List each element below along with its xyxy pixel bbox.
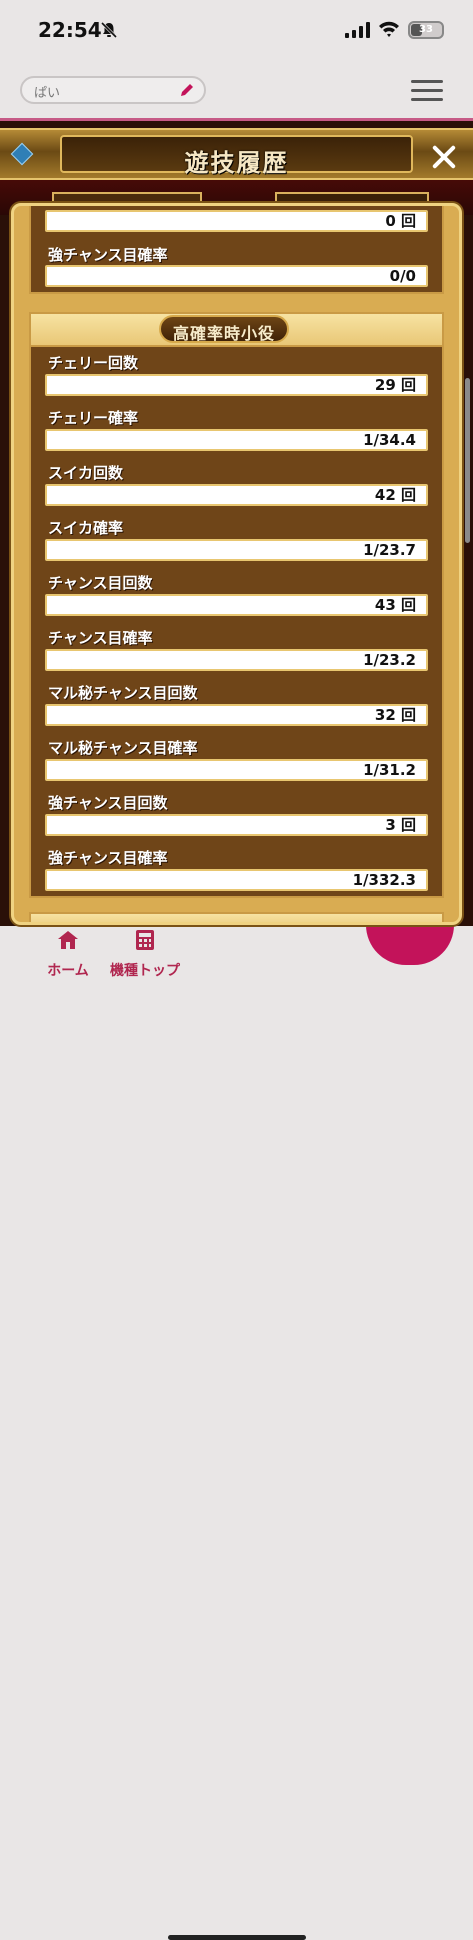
row-label: スイカ回数 xyxy=(48,464,124,482)
row-label: マル秘チャンス目回数 xyxy=(48,684,198,702)
gem-ornament-icon xyxy=(10,142,34,166)
pencil-icon[interactable] xyxy=(178,81,196,99)
row-label: チェリー確率 xyxy=(48,409,139,427)
next-section-header xyxy=(29,912,444,922)
cellular-signal-icon xyxy=(345,22,370,38)
nav-machine-top-label: 機種トップ xyxy=(110,963,180,979)
row-label: 強チャンス目確率 xyxy=(48,849,168,867)
section-title-badge: 高確率時小役 xyxy=(159,315,289,343)
row-label: マル秘チャンス目確率 xyxy=(48,739,198,757)
previous-section-block: 0 回 強チャンス目確率 0/0 xyxy=(29,206,444,294)
hamburger-menu-button[interactable] xyxy=(411,80,443,102)
status-bar: 22:54 33 xyxy=(0,0,473,62)
search-value: ぱい xyxy=(34,86,61,101)
row-value-box: 0 回 xyxy=(45,210,428,232)
nav-machine-top[interactable]: 機種トップ xyxy=(100,930,190,980)
row-value-box: 3 回 xyxy=(45,814,428,836)
section-block: チェリー回数 29 回 チェリー確率 1/34.4 スイカ回数 42 回 スイカ… xyxy=(29,345,444,898)
row-label: 強チャンス目確率 xyxy=(48,246,168,264)
row-value-box: 1/23.7 xyxy=(45,539,428,561)
row-value-box: 1/23.2 xyxy=(45,649,428,671)
battery-level: 33 xyxy=(419,24,433,35)
battery-icon: 33 xyxy=(408,21,444,39)
section-title: 高確率時小役 xyxy=(172,324,275,343)
home-icon xyxy=(58,931,78,949)
row-value-box: 43 回 xyxy=(45,594,428,616)
row-value-box: 1/332.3 xyxy=(45,869,428,891)
row-label: スイカ確率 xyxy=(48,519,124,537)
row-value-box: 1/31.2 xyxy=(45,759,428,781)
modal-title-banner: 遊技履歴 xyxy=(0,128,473,180)
calculator-icon xyxy=(136,930,154,950)
search-input[interactable]: ぱい xyxy=(20,76,206,104)
bell-muted-icon xyxy=(100,21,118,39)
scrollbar[interactable] xyxy=(465,378,470,543)
home-indicator xyxy=(168,1935,306,1940)
close-icon[interactable] xyxy=(427,140,461,174)
row-label: チャンス目確率 xyxy=(48,629,153,647)
row-value-box: 29 回 xyxy=(45,374,428,396)
row-value-box: 32 回 xyxy=(45,704,428,726)
row-value-box: 42 回 xyxy=(45,484,428,506)
row-label: 強チャンス目回数 xyxy=(48,794,168,812)
row-value-box: 0/0 xyxy=(45,265,428,287)
modal-title: 遊技履歴 xyxy=(184,149,289,177)
wifi-icon xyxy=(379,21,399,37)
row-label: チェリー回数 xyxy=(48,354,139,372)
row-label: チャンス目回数 xyxy=(48,574,153,592)
history-panel[interactable]: 0 回 強チャンス目確率 0/0 高確率時小役 チェリー回数 29 回 チェリー… xyxy=(11,203,462,925)
status-time: 22:54 xyxy=(38,18,102,42)
row-value-box: 1/34.4 xyxy=(45,429,428,451)
